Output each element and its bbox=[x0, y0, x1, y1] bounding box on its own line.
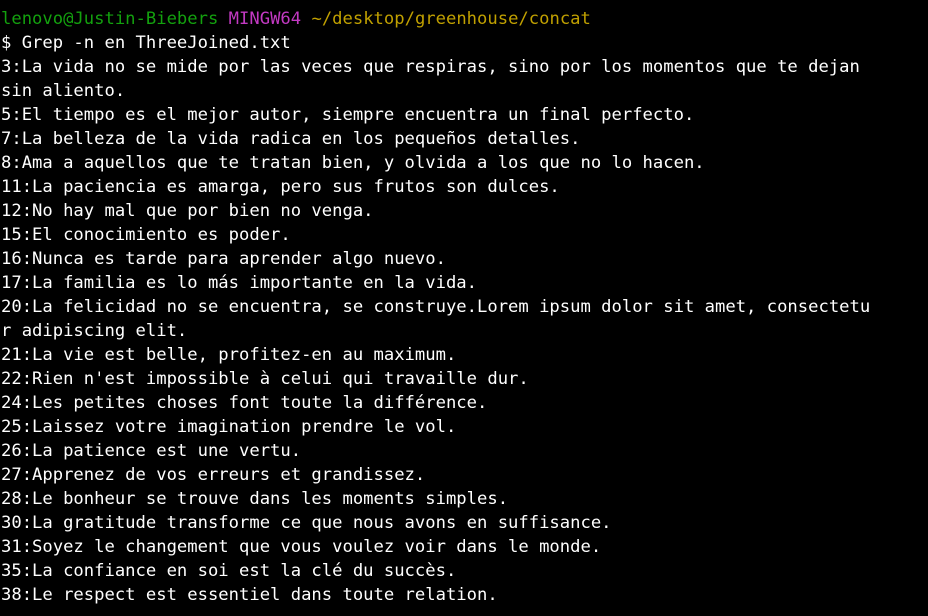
output-line: 15:El conocimiento es poder. bbox=[1, 225, 291, 245]
output-line: 17:La familia es lo más importante en la… bbox=[1, 273, 477, 293]
output-line: 20:La felicidad no se encuentra, se cons… bbox=[1, 297, 871, 317]
output-line: 3:La vida no se mide por las veces que r… bbox=[1, 57, 860, 77]
output-line: 7:La belleza de la vida radica en los pe… bbox=[1, 129, 581, 149]
output-line: 22:Rien n'est impossible à celui qui tra… bbox=[1, 369, 529, 389]
output-line: sin aliento. bbox=[1, 81, 126, 101]
output-line: 16:Nunca es tarde para aprender algo nue… bbox=[1, 249, 446, 269]
output-line: 11:La paciencia es amarga, pero sus frut… bbox=[1, 177, 560, 197]
prompt-line: lenovo@Justin-Biebers MINGW64 ~/desktop/… bbox=[1, 7, 928, 31]
output-line: 30:La gratitude transforme ce que nous a… bbox=[1, 513, 612, 533]
output-line: 24:Les petites choses font toute la diff… bbox=[1, 393, 488, 413]
prompt-system: MINGW64 bbox=[228, 9, 302, 29]
output-line: 35:La confiance en soi est la clé du suc… bbox=[1, 561, 457, 581]
terminal-window[interactable]: lenovo@Justin-Biebers MINGW64 ~/desktop/… bbox=[0, 0, 928, 616]
output-line: 21:La vie est belle, profitez-en au maxi… bbox=[1, 345, 457, 365]
prompt-path: ~/desktop/greenhouse/concat bbox=[311, 9, 591, 29]
output-line: 31:Soyez le changement que vous voulez v… bbox=[1, 537, 602, 557]
output-line: 38:Le respect est essentiel dans toute r… bbox=[1, 585, 498, 605]
command-line: $ Grep -n en ThreeJoined.txt bbox=[1, 33, 291, 53]
output-line: 26:La patience est une vertu. bbox=[1, 441, 302, 461]
output-line: 27:Apprenez de vos erreurs et grandissez… bbox=[1, 465, 426, 485]
output-line: 5:El tiempo es el mejor autor, siempre e… bbox=[1, 105, 695, 125]
output-line: r adipiscing elit. bbox=[1, 321, 188, 341]
output-line: 25:Laissez votre imagination prendre le … bbox=[1, 417, 457, 437]
output-line: 28:Le bonheur se trouve dans les moments… bbox=[1, 489, 509, 509]
output-line: 12:No hay mal que por bien no venga. bbox=[1, 201, 374, 221]
prompt-user-host: lenovo@Justin-Biebers bbox=[1, 9, 219, 29]
output-line: 8:Ama a aquellos que te tratan bien, y o… bbox=[1, 153, 705, 173]
